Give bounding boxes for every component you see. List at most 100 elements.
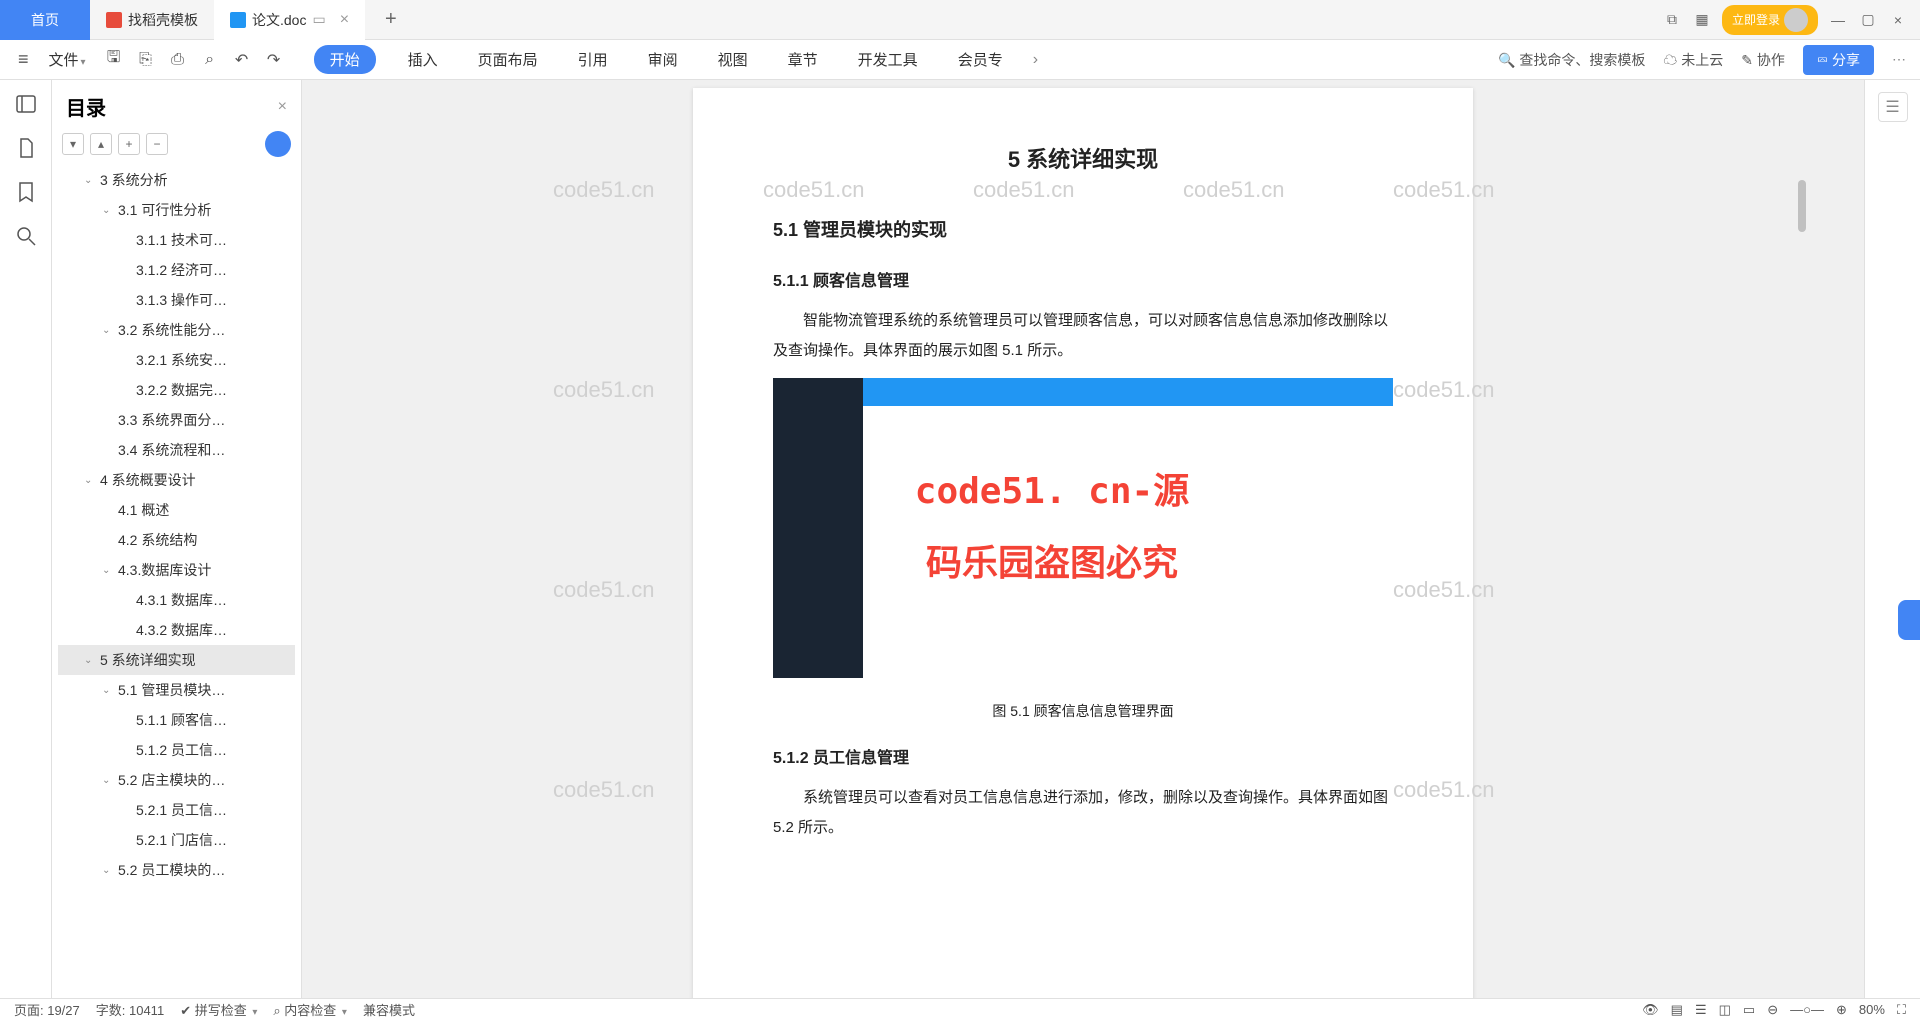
redo-icon[interactable]: ↷ [262,48,286,72]
settings-round-icon[interactable] [265,131,291,157]
collab-button[interactable]: ✎ 协作 [1741,50,1785,70]
doc-icon[interactable] [14,136,38,160]
tree-item[interactable]: ⌄3.1 可行性分析 [58,195,295,225]
tree-item[interactable]: ⌄5.1 管理员模块… [58,675,295,705]
collapse-all-button[interactable]: ▾ [62,133,84,155]
tree-item[interactable]: ⌄4 系统概要设计 [58,465,295,495]
tab-label: 找稻壳模板 [128,10,198,30]
tree-item[interactable]: 5.1.1 顾客信… [58,705,295,735]
add-tab-button[interactable]: + [375,8,407,31]
panel-close-icon[interactable]: × [278,98,287,116]
feedback-tab[interactable] [1898,600,1920,640]
ribbon-tab-1[interactable]: 插入 [400,45,446,74]
tree-item[interactable]: 5.2.1 员工信… [58,795,295,825]
file-menu[interactable]: 文件▾ [41,49,94,70]
tree-item[interactable]: ⌄4.3.数据库设计 [58,555,295,585]
apps-icon[interactable]: ▦ [1692,10,1712,30]
ribbon-tab-4[interactable]: 审阅 [640,45,686,74]
expand-all-button[interactable]: ▴ [90,133,112,155]
section-heading: 5.1 管理员模块的实现 [773,212,1393,248]
login-button[interactable]: 立即登录 [1722,5,1818,35]
minimize-button[interactable]: — [1828,10,1848,30]
eye-icon[interactable]: 👁 [1642,1002,1659,1018]
print-icon[interactable]: ⎙ [166,48,190,72]
save-icon[interactable]: 🖫 [102,48,126,72]
ribbon-tab-5[interactable]: 视图 [710,45,756,74]
ribbon-tab-7[interactable]: 开发工具 [850,45,926,74]
outline-tree: ⌄3 系统分析⌄3.1 可行性分析3.1.1 技术可…3.1.2 经济可…3.1… [58,165,295,885]
main-area: 目录 × ▾ ▴ + − ⌄3 系统分析⌄3.1 可行性分析3.1.1 技术可…… [0,80,1920,998]
tree-item[interactable]: 3.2.2 数据完… [58,375,295,405]
ribbon-tab-3[interactable]: 引用 [570,45,616,74]
tree-item[interactable]: 3.3 系统界面分… [58,405,295,435]
tab-document-active[interactable]: 论文.doc▭× [214,0,365,40]
close-button[interactable]: × [1888,10,1908,30]
preview-icon[interactable]: ⌕ [198,48,222,72]
tree-item[interactable]: 3.1.1 技术可… [58,225,295,255]
tree-item[interactable]: 3.4 系统流程和… [58,435,295,465]
share-button[interactable]: ⮹ 分享 [1803,45,1874,75]
zoom-slider[interactable]: —○— [1790,1002,1824,1017]
window-icon[interactable]: ▭ [312,11,325,28]
tree-item[interactable]: ⌄3 系统分析 [58,165,295,195]
ribbon-tab-6[interactable]: 章节 [780,45,826,74]
figure: code51. cn-源码乐园盗图必究 图 5.1 顾客信息信息管理界面 [773,378,1393,725]
zoom-value[interactable]: 80% [1859,1002,1885,1017]
word-count[interactable]: 字数: 10411 [96,1000,164,1019]
ribbon-tab-8[interactable]: 会员专 [950,45,1011,74]
tree-item[interactable]: 3.2.1 系统安… [58,345,295,375]
tree-item[interactable]: ⌄3.2 系统性能分… [58,315,295,345]
tree-item[interactable]: 3.1.2 经济可… [58,255,295,285]
view-mode-4[interactable]: ▭ [1743,1002,1755,1018]
ribbon-tab-2[interactable]: 页面布局 [470,45,546,74]
watermark-text: code51. cn-源码乐园盗图必究 [897,456,1207,600]
close-icon[interactable]: × [340,11,349,29]
cloud-status[interactable]: ☁ 未上云 [1663,50,1723,70]
tab-template[interactable]: 找稻壳模板 [90,0,214,40]
more-icon[interactable]: ⋯ [1892,51,1906,68]
add-outline-button[interactable]: + [118,133,140,155]
tree-item[interactable]: 3.1.3 操作可… [58,285,295,315]
menu-icon[interactable]: ≡ [14,45,33,74]
compat-mode[interactable]: 兼容模式 [363,1000,415,1019]
tree-item[interactable]: ⌄5.2 员工模块的… [58,855,295,885]
layout-icon[interactable]: ⧉ [1662,10,1682,30]
tree-item[interactable]: 4.3.2 数据库… [58,615,295,645]
view-mode-1[interactable]: ▤ [1671,1002,1683,1018]
maximize-button[interactable]: ▢ [1858,10,1878,30]
search-icon[interactable] [14,224,38,248]
outline-panel: 目录 × ▾ ▴ + − ⌄3 系统分析⌄3.1 可行性分析3.1.1 技术可…… [52,80,302,998]
ribbon-tab-0[interactable]: 开始 [314,45,376,74]
undo-icon[interactable]: ↶ [230,48,254,72]
tree-item[interactable]: ⌄5 系统详细实现 [58,645,295,675]
outline-title: 目录 [66,92,106,121]
remove-outline-button[interactable]: − [146,133,168,155]
page-indicator[interactable]: 页面: 19/27 [14,1000,80,1019]
bookmark-icon[interactable] [14,180,38,204]
search-commands[interactable]: 🔍 查找命令、搜索模板 [1498,50,1645,70]
view-mode-2[interactable]: ☰ [1695,1002,1707,1018]
export-icon[interactable]: ⎘ [134,48,158,72]
outline-icon[interactable] [14,92,38,116]
tree-item[interactable]: ⌄5.2 店主模块的… [58,765,295,795]
paragraph: 智能物流管理系统的系统管理员可以管理顾客信息，可以对顾客信息信息添加修改删除以及… [773,306,1393,366]
subsection-heading: 5.1.1 顾客信息管理 [773,266,1393,298]
content-check[interactable]: ⌕ 内容检查 ▾ [273,1000,347,1019]
toggle-panel-icon[interactable]: ☰ [1878,92,1908,122]
tree-item[interactable]: 4.3.1 数据库… [58,585,295,615]
tree-item[interactable]: 4.1 概述 [58,495,295,525]
fullscreen-icon[interactable]: ⛶ [1897,1002,1906,1018]
tree-item[interactable]: 5.2.1 门店信… [58,825,295,855]
tree-item[interactable]: 4.2 系统结构 [58,525,295,555]
avatar-icon [1784,8,1808,32]
scrollbar-thumb[interactable] [1798,180,1806,232]
document-area[interactable]: code51.cn code51.cn code51.cn code51.cn … [302,80,1864,998]
tree-item[interactable]: 5.1.2 员工信… [58,735,295,765]
paragraph: 系统管理员可以查看对员工信息信息进行添加，修改，删除以及查询操作。具体界面如图 … [773,783,1393,843]
chapter-title: 5 系统详细实现 [773,138,1393,182]
spell-check[interactable]: ✔ 拼写检查 ▾ [180,1000,257,1019]
zoom-in[interactable]: ⊕ [1836,1002,1847,1018]
zoom-out[interactable]: ⊖ [1767,1002,1778,1018]
view-mode-3[interactable]: ◫ [1719,1002,1731,1018]
home-tab[interactable]: 首页 [0,0,90,40]
